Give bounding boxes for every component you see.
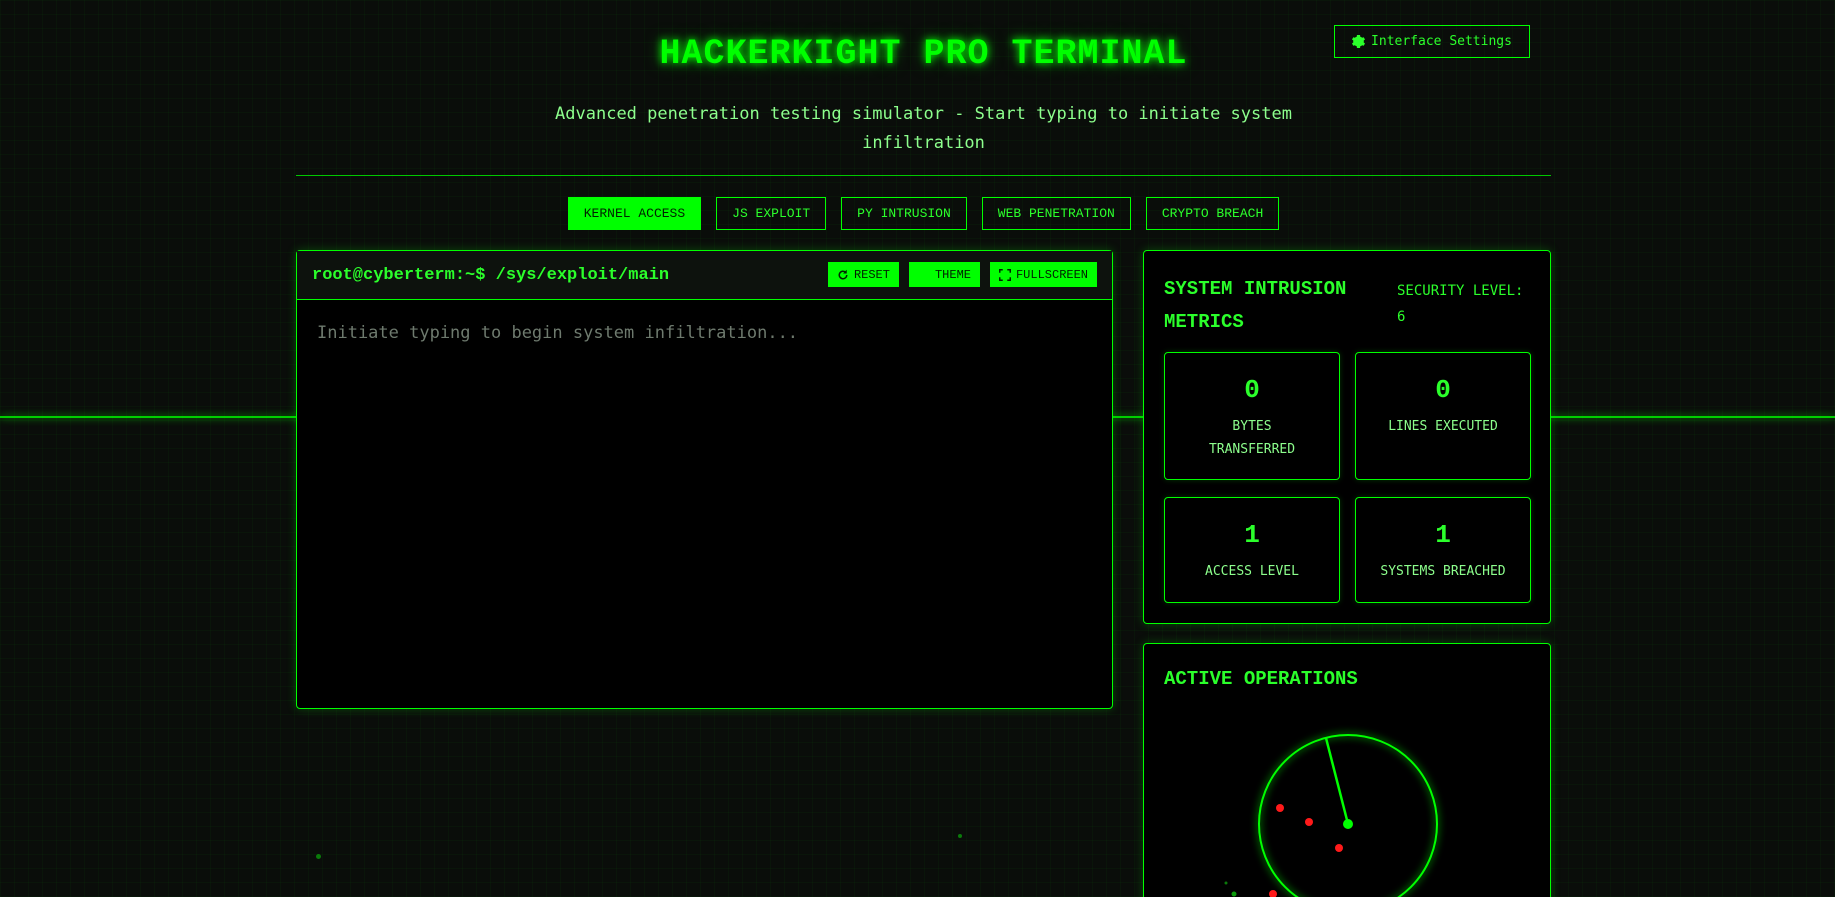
moon-icon [918,269,930,281]
metric-card-access-level: 1 ACCESS LEVEL [1164,497,1340,603]
page-subtitle: Advanced penetration testing simulator -… [555,104,1292,153]
metric-value: 1 [1435,520,1451,550]
metric-card-systems-breached: 1 SYSTEMS BREACHED [1355,497,1531,603]
metric-card-bytes-transferred: 0 BYTES TRANSFERRED [1164,352,1340,480]
interface-settings-button[interactable]: Interface Settings [1334,25,1530,58]
theme-label: THEME [934,267,971,282]
terminal-input-area[interactable]: Initiate typing to begin system infiltra… [297,300,1112,366]
radar-display [1224,734,1438,897]
tab-py-intrusion[interactable]: PY INTRUSION [841,197,967,230]
intrusion-metrics-panel: SYSTEM INTRUSION METRICS SECURITY LEVEL:… [1143,250,1551,624]
metric-label: SYSTEMS BREACHED [1380,564,1506,579]
terminal-actions: RESET THEME FULLSCREEN [827,262,1097,287]
tab-kernel-access[interactable]: KERNEL ACCESS [567,197,702,230]
expand-icon [998,268,1011,281]
active-operations-panel: ACTIVE OPERATIONS [1143,643,1551,897]
mode-tabs: KERNEL ACCESS JS EXPLOIT PY INTRUSION WE… [296,197,1551,230]
fullscreen-label: FULLSCREEN [1015,267,1088,282]
terminal-placeholder: Initiate typing to begin system infiltra… [317,323,799,343]
metric-card-lines-executed: 0 LINES EXECUTED [1355,352,1531,480]
radar-sweep [1324,737,1350,825]
radar-particle [1224,881,1228,885]
threat-blip [1335,844,1343,852]
terminal-panel: root@cyberterm:~$ /sys/exploit/main RESE… [296,250,1113,709]
security-level: SECURITY LEVEL: 6 [1397,283,1524,325]
metric-value: 0 [1435,375,1451,405]
app-container: HACKERKIGHT PRO TERMINAL Interface Setti… [296,0,1551,897]
metric-label: ACCESS LEVEL [1205,564,1299,579]
terminal-header: root@cyberterm:~$ /sys/exploit/main RESE… [297,251,1112,300]
reset-label: RESET [853,267,890,282]
threat-blip [1276,804,1284,812]
header-divider [296,175,1551,176]
reset-button[interactable]: RESET [827,262,899,287]
theme-button[interactable]: THEME [908,262,980,287]
radar-ring [1258,734,1438,897]
fullscreen-button[interactable]: FULLSCREEN [989,262,1097,287]
gear-icon [1352,35,1366,48]
threat-blip [1305,818,1313,826]
tab-js-exploit[interactable]: JS EXPLOIT [716,197,827,230]
terminal-prompt: root@cyberterm:~$ /sys/exploit/main [312,265,670,285]
tab-crypto-breach[interactable]: CRYPTO BREACH [1145,197,1280,230]
threat-blip [1269,890,1277,897]
radar-particle [1231,891,1237,897]
radar-center-dot [1343,819,1353,829]
refresh-icon [837,269,849,281]
metric-label: BYTES TRANSFERRED [1208,419,1296,457]
metric-value: 1 [1244,520,1260,550]
metric-value: 0 [1244,375,1260,405]
metrics-title: SYSTEM INTRUSION METRICS [1164,278,1347,333]
metric-label: LINES EXECUTED [1388,419,1498,434]
interface-settings-label: Interface Settings [1371,34,1512,49]
tab-web-penetration[interactable]: WEB PENETRATION [981,197,1131,230]
